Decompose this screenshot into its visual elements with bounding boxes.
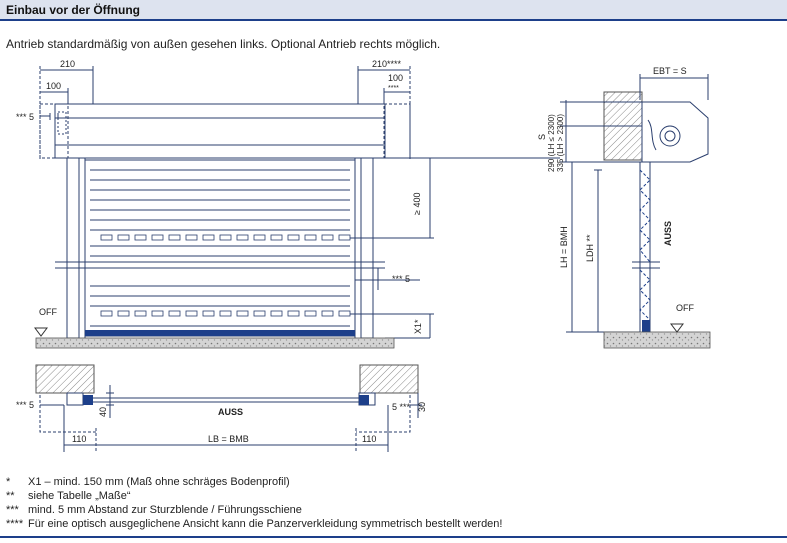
footnote-key: *** (6, 504, 19, 516)
side-view (560, 74, 709, 333)
auss-label-plan: AUSS (218, 407, 243, 417)
footnote-4: **** Für eine optisch ausgeglichene Ansic… (6, 518, 502, 530)
dim-100-right-note: **** (388, 85, 399, 92)
off-marker-icon (34, 327, 48, 337)
dim-100-left: 100 (46, 81, 61, 91)
mark-5-plan-right: 5 *** (392, 402, 411, 412)
footnote-key: **** (6, 518, 24, 530)
dim-290: 290 (LH ≤ 2300) (547, 114, 556, 172)
mark-5-plan-left: *** 5 (16, 400, 34, 410)
footnote-3: *** mind. 5 mm Abstand zur Sturzblende / … (6, 504, 302, 516)
dim-400: ≥ 400 (412, 193, 422, 215)
dim-ldh: LDH ** (585, 234, 595, 262)
footnote-text: X1 – mind. 150 mm (Maß ohne schräges Bod… (28, 476, 290, 488)
footnote-key: * (6, 476, 11, 488)
dim-210-left: 210 (60, 59, 75, 69)
dim-210-right: 210**** (372, 59, 402, 69)
off-label-front: OFF (39, 307, 57, 317)
technical-drawing: 210 100 210**** 100 **** *** 5 *** 5 OFF… (16, 59, 711, 452)
dim-lh: LH = BMH (559, 226, 569, 268)
footnote-text: Für eine optisch ausgeglichene Ansicht k… (28, 518, 503, 530)
footnote-text: mind. 5 mm Abstand zur Sturzblende / Füh… (28, 504, 302, 516)
floor-front (35, 337, 395, 349)
dim-335: 335 (LH > 2300) (556, 114, 565, 172)
footnote-2: ** siehe Tabelle „Maße“ (6, 490, 131, 502)
footnote-1: * X1 – mind. 150 mm (Maß ohne schräges Bo… (6, 476, 290, 488)
plan-view-labels: *** 5 AUSS 40 5 *** 30 110 LB = BMB 110 (16, 400, 427, 444)
dim-100-right: 100 (388, 73, 403, 83)
off-label-side: OFF (676, 303, 694, 313)
mark-5-top-left: *** 5 (16, 112, 34, 122)
front-view (39, 66, 560, 339)
footnote-text: siehe Tabelle „Maße“ (28, 490, 131, 502)
dim-110-left: 110 (72, 434, 86, 444)
dim-30: 30 (417, 402, 427, 412)
footnote-key: ** (6, 490, 15, 502)
dim-lb: LB = BMB (208, 434, 249, 444)
dim-40: 40 (98, 407, 108, 417)
dim-x1: X1* (413, 319, 423, 334)
dim-s: S (537, 134, 547, 140)
off-marker-side-icon (670, 323, 684, 333)
dim-110-right: 110 (362, 434, 376, 444)
bottom-rule (0, 536, 787, 538)
dim-ebt: EBT = S (653, 66, 687, 76)
floor-side (603, 331, 711, 349)
auss-label-side: AUSS (663, 221, 673, 246)
mark-5-right: *** 5 (392, 274, 410, 284)
